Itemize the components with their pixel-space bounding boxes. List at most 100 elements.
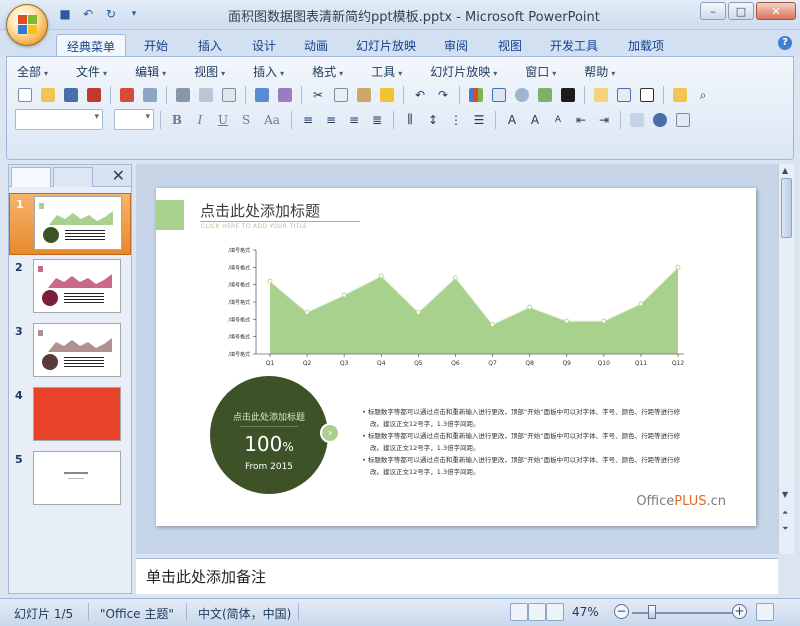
picture-icon[interactable] — [535, 85, 555, 105]
decrease-indent-icon[interactable]: ⇤ — [571, 110, 591, 130]
slide-thumbnail-1[interactable]: 1 — [9, 193, 131, 255]
help-icon[interactable]: ? — [778, 36, 792, 50]
increase-indent-icon[interactable]: ⇥ — [594, 110, 614, 130]
tab-developer[interactable]: 开发工具 — [540, 34, 608, 56]
italic-button[interactable]: I — [190, 110, 210, 130]
pdf-icon[interactable] — [117, 85, 137, 105]
new-doc-icon[interactable] — [15, 85, 35, 105]
slide-thumbnail-4[interactable]: 4 — [9, 385, 131, 447]
zoom-level[interactable]: 47% — [572, 605, 599, 619]
copy-icon[interactable] — [331, 85, 351, 105]
bullet-list[interactable]: • 标题数字等都可以通过点击和重新输入进行更改，顶部“开始”面板中可以对字体、字… — [362, 406, 684, 478]
numbering-icon[interactable]: ⋮ — [446, 110, 466, 130]
menu-file[interactable]: 文件 ▾ — [76, 63, 107, 80]
tab-view[interactable]: 视图 — [488, 34, 532, 56]
next-slide-icon[interactable]: ⏷ — [782, 524, 788, 534]
fill-color-icon[interactable] — [558, 85, 578, 105]
theme-name[interactable]: "Office 主题" — [100, 605, 174, 622]
justify-icon[interactable]: ≣ — [367, 110, 387, 130]
grow-font-icon[interactable]: A — [525, 110, 545, 130]
normal-view-icon[interactable] — [510, 603, 528, 621]
zoom-slider-knob[interactable] — [648, 605, 656, 619]
slide-thumbnail-5[interactable]: 5 — [9, 449, 131, 511]
slideshow-view-icon[interactable] — [546, 603, 564, 621]
tab-animations[interactable]: 动画 — [294, 34, 338, 56]
underline-button[interactable]: U — [213, 110, 233, 130]
slide-sorter-icon[interactable] — [528, 603, 546, 621]
slide-thumbnail-3[interactable]: 3 — [9, 321, 131, 383]
tab-review[interactable]: 审阅 — [434, 34, 478, 56]
fit-to-window-icon[interactable] — [756, 603, 774, 621]
office-button[interactable] — [6, 4, 48, 46]
bullets-icon[interactable]: ☰ — [469, 110, 489, 130]
minimize-button[interactable]: – — [700, 2, 726, 20]
slide-thumbnail-2[interactable]: 2 — [9, 257, 131, 319]
arrange-icon[interactable] — [627, 110, 647, 130]
notes-pane[interactable]: 单击此处添加备注 — [136, 558, 778, 594]
layout-icon[interactable] — [614, 85, 634, 105]
insert-chart-icon[interactable] — [466, 85, 486, 105]
maximize-button[interactable]: □ — [728, 2, 754, 20]
scroll-thumb[interactable] — [781, 178, 792, 238]
menu-format[interactable]: 格式 ▾ — [312, 63, 343, 80]
permission-icon[interactable] — [84, 85, 104, 105]
text-direction-icon[interactable]: ⫼ — [400, 110, 420, 130]
paste-icon[interactable] — [354, 85, 374, 105]
close-button[interactable]: ✕ — [756, 2, 796, 20]
undo-toolbar-icon[interactable]: ↶ — [410, 85, 430, 105]
find-icon[interactable]: ⌕ — [693, 85, 713, 105]
shapes-icon[interactable] — [650, 110, 670, 130]
font-size-combo[interactable] — [114, 109, 154, 130]
change-case-button[interactable]: Aa — [259, 110, 285, 130]
align-center-icon[interactable]: ≡ — [321, 110, 341, 130]
slide-title[interactable]: 点击此处添加标题 — [200, 200, 320, 221]
tab-design[interactable]: 设计 — [242, 34, 286, 56]
insert-table-icon[interactable] — [489, 85, 509, 105]
redo-icon[interactable]: ↻ — [102, 6, 120, 22]
shrink-font-icon[interactable]: A — [548, 110, 568, 130]
prev-slide-icon[interactable]: ⏶ — [782, 508, 788, 518]
tab-outline[interactable] — [53, 167, 93, 187]
zoom-slider-track[interactable] — [632, 612, 732, 614]
zoom-in-icon[interactable]: + — [732, 604, 747, 619]
text-box-icon[interactable] — [637, 85, 657, 105]
print-preview-icon[interactable] — [196, 85, 216, 105]
menu-slideshow[interactable]: 幻灯片放映 ▾ — [430, 63, 497, 80]
tab-classic-menu[interactable]: 经典菜单 — [56, 34, 127, 56]
spelling-icon[interactable] — [252, 85, 272, 105]
open-folder-2-icon[interactable] — [670, 85, 690, 105]
align-right-icon[interactable]: ≡ — [344, 110, 364, 130]
line-spacing-icon[interactable]: ↕ — [423, 110, 443, 130]
print-icon[interactable] — [173, 85, 193, 105]
zoom-out-icon[interactable]: − — [614, 604, 629, 619]
tab-slideshow[interactable]: 幻灯片放映 — [346, 34, 426, 56]
font-color-icon[interactable]: A — [502, 110, 522, 130]
customize-qat-icon[interactable]: ▾ — [125, 6, 143, 22]
font-name-combo[interactable] — [15, 109, 103, 130]
save-disk-icon[interactable] — [61, 85, 81, 105]
undo-icon[interactable]: ↶ — [79, 6, 97, 22]
align-left-icon[interactable]: ≡ — [298, 110, 318, 130]
tab-insert[interactable]: 插入 — [188, 34, 232, 56]
shadow-button[interactable]: S — [236, 110, 256, 130]
vertical-scrollbar[interactable]: ▲ ▼ ⏶ ⏷ — [778, 164, 794, 554]
page-setup-icon[interactable] — [219, 85, 239, 105]
redo-toolbar-icon[interactable]: ↷ — [433, 85, 453, 105]
menu-view[interactable]: 视图 ▾ — [194, 63, 225, 80]
open-folder-icon[interactable] — [38, 85, 58, 105]
close-pane-icon[interactable]: ✕ — [112, 166, 125, 185]
scroll-down-icon[interactable]: ▼ — [782, 490, 788, 499]
tab-addins[interactable]: 加载项 — [618, 34, 674, 56]
clip-art-icon[interactable] — [512, 85, 532, 105]
format-painter-icon[interactable] — [377, 85, 397, 105]
language[interactable]: 中文(简体，中国) — [198, 605, 291, 622]
menu-window[interactable]: 窗口 ▾ — [525, 63, 556, 80]
menu-tools[interactable]: 工具 ▾ — [371, 63, 402, 80]
menu-edit[interactable]: 编辑 ▾ — [135, 63, 166, 80]
cut-icon[interactable]: ✂ — [308, 85, 328, 105]
shape-outline-icon[interactable] — [673, 110, 693, 130]
menu-all[interactable]: 全部 ▾ — [17, 63, 48, 80]
save-icon[interactable]: ■ — [56, 6, 74, 22]
slide-canvas[interactable]: 点击此处添加标题 CLICK HERE TO ADD YOUR TITLE /填… — [156, 188, 756, 526]
menu-help[interactable]: 帮助 ▾ — [584, 63, 615, 80]
